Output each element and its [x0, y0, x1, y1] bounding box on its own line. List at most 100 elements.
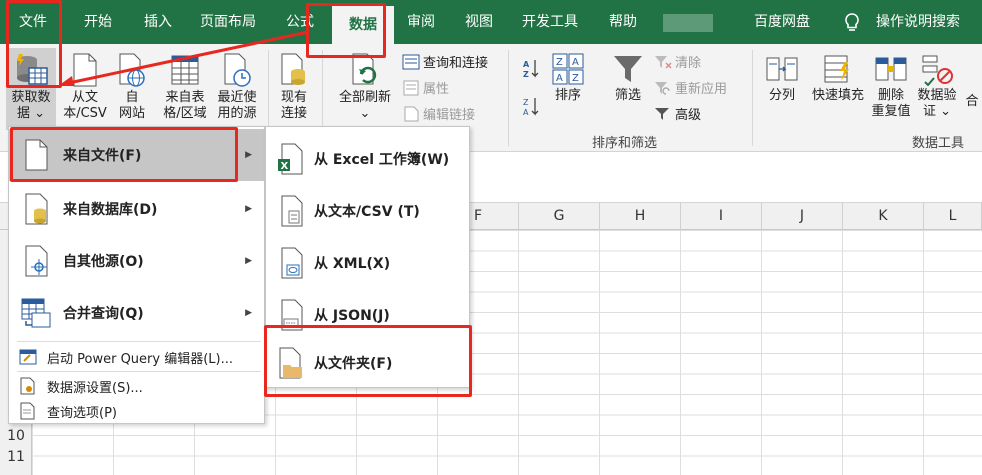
recent-sources-label: 最近使	[217, 90, 257, 105]
remove-duplicates-label: 删除	[877, 88, 904, 103]
sort-za-button[interactable]: ZA	[522, 96, 540, 118]
text-file-icon	[281, 195, 303, 227]
menu-item-from-database[interactable]: 来自数据库(D) ▶	[9, 183, 264, 235]
menu-separator	[17, 341, 261, 342]
recent-sources-button[interactable]: 最近使 用的源	[212, 52, 262, 122]
data-tools-group-label: 数据工具	[912, 136, 965, 151]
text-to-columns-icon	[766, 57, 798, 81]
from-table-range-button[interactable]: 来自表 格/区域	[160, 52, 210, 122]
menu-item-from-json[interactable]: 从 JSON(J)	[266, 289, 469, 341]
consolidate-button[interactable]: 合	[962, 94, 982, 110]
data-validation-label-2: 证 ⌄	[922, 104, 952, 119]
refresh-all-label: 全部刷新	[338, 90, 391, 105]
svg-text:A: A	[572, 57, 579, 68]
tab-insert[interactable]: 插入	[130, 0, 186, 44]
tab-data[interactable]: 数据	[332, 6, 394, 44]
menu-item-from-xml[interactable]: 从 XML(X)	[266, 237, 469, 289]
menu-item-from-other-sources[interactable]: 自其他源(O) ▶	[9, 235, 264, 287]
column-header-h[interactable]: H	[600, 203, 681, 230]
edit-links-button[interactable]: 编辑链接	[402, 104, 475, 123]
data-validation-label: 数据验	[917, 88, 957, 103]
refresh-all-chevron: ⌄	[359, 106, 371, 121]
row-header-10[interactable]: 10	[0, 426, 32, 446]
tab-page-layout[interactable]: 页面布局	[192, 0, 264, 44]
from-text-csv-button[interactable]: 从文 本/CSV	[60, 52, 110, 122]
combine-queries-icon	[21, 298, 51, 328]
tab-formulas[interactable]: 公式	[276, 0, 324, 44]
flash-fill-label: 快速填充	[811, 88, 864, 103]
table-icon	[171, 55, 199, 85]
properties-icon	[403, 80, 419, 95]
column-header-g[interactable]: G	[519, 203, 600, 230]
tab-baidu-netdisk[interactable]: 百度网盘	[742, 0, 822, 44]
menu-item-combine-queries[interactable]: 合并查询(Q) ▶	[9, 287, 264, 339]
menu-item-from-json-label: 从 JSON(J)	[314, 308, 390, 324]
existing-connections-button[interactable]: 现有 连接	[272, 52, 316, 122]
ribbon-tab-bar: 文件 开始 插入 页面布局 公式 数据 审阅 视图 开发工具 帮助 百度网盘 操…	[0, 0, 982, 44]
data-validation-button[interactable]: 数据验 证 ⌄	[914, 52, 960, 120]
queries-connections-button[interactable]: 查询和连接	[402, 52, 488, 71]
menu-item-from-excel-label: 从 Excel 工作簿(W)	[314, 152, 450, 168]
menu-item-query-options[interactable]: 查询选项(P)	[9, 397, 264, 425]
column-header-l[interactable]: L	[924, 203, 982, 230]
filter-button[interactable]: 筛选	[606, 52, 650, 104]
sort-descending-icon: ZA	[523, 98, 539, 117]
advanced-label: 高级	[675, 108, 702, 123]
get-data-dropdown-menu: 来自文件(F) ▶ 来自数据库(D) ▶ 自其他源(O) ▶ 合并查询(Q) ▶…	[8, 126, 265, 424]
from-web-label: 自	[125, 90, 139, 105]
tell-me-search[interactable]: 操作说明搜索	[868, 0, 968, 44]
text-to-columns-button[interactable]: 分列	[762, 52, 802, 104]
sort-az-button[interactable]: AZ	[522, 58, 540, 80]
ribbon-separator	[508, 50, 509, 146]
menu-item-from-folder[interactable]: 从文件夹(F)	[266, 337, 469, 389]
advanced-filter-button[interactable]: 高级	[654, 104, 701, 123]
edit-links-label: 编辑链接	[423, 108, 476, 123]
recent-sources-label-2: 用的源	[217, 106, 257, 121]
refresh-all-button[interactable]: 全部刷新 ⌄	[332, 52, 398, 122]
consolidate-label: 合	[965, 94, 979, 109]
from-table-label: 来自表	[165, 90, 205, 105]
remove-duplicates-label-2: 重复值	[871, 104, 911, 119]
tab-developer[interactable]: 开发工具	[512, 0, 588, 44]
edit-links-icon	[404, 106, 419, 121]
menu-item-launch-power-query[interactable]: 启动 Power Query 编辑器(L)...	[9, 343, 264, 371]
database-icon	[25, 193, 48, 225]
menu-item-data-source-settings[interactable]: 数据源设置(S)...	[9, 372, 264, 400]
remove-duplicates-icon	[875, 57, 907, 81]
flash-fill-button[interactable]: 快速填充	[806, 52, 870, 104]
file-icon	[25, 139, 48, 171]
sort-button[interactable]: Z A A Z 排序	[548, 52, 588, 104]
tab-help[interactable]: 帮助	[598, 0, 648, 44]
queries-connections-label: 查询和连接	[423, 56, 489, 71]
from-web-button[interactable]: 自 网站	[112, 52, 152, 122]
get-data-button[interactable]: 获取数 据 ⌄	[6, 48, 56, 130]
remove-duplicates-button[interactable]: 删除 重复值	[870, 52, 912, 120]
data-source-settings-icon	[20, 377, 35, 395]
reapply-button[interactable]: 重新应用	[654, 78, 727, 97]
row-header-11[interactable]: 11	[0, 447, 32, 467]
xml-file-icon	[281, 247, 303, 279]
svg-text:A: A	[523, 108, 529, 117]
menu-item-from-other-label: 自其他源(O)	[63, 254, 144, 270]
reapply-label: 重新应用	[675, 82, 728, 97]
clear-filter-button[interactable]: 清除	[654, 52, 701, 71]
submenu-arrow-icon: ▶	[245, 204, 252, 214]
menu-item-from-text-csv[interactable]: 从文本/CSV (T)	[266, 185, 469, 237]
column-header-j[interactable]: J	[762, 203, 843, 230]
column-header-i[interactable]: I	[681, 203, 762, 230]
reapply-icon	[655, 81, 670, 95]
tab-view[interactable]: 视图	[452, 0, 506, 44]
lightbulb-icon	[845, 13, 859, 31]
svg-text:A: A	[556, 73, 563, 84]
from-text-label-2: 本/CSV	[63, 106, 107, 121]
menu-item-from-excel-workbook[interactable]: X 从 Excel 工作簿(W)	[266, 133, 469, 185]
menu-item-from-file[interactable]: 来自文件(F) ▶	[9, 129, 264, 181]
from-file-submenu: X 从 Excel 工作簿(W) 从文本/CSV (T) 从 XML(X) 从 …	[265, 126, 470, 388]
ribbon-separator	[752, 50, 753, 146]
tab-file[interactable]: 文件	[8, 0, 58, 44]
tab-home[interactable]: 开始	[70, 0, 126, 44]
other-sources-icon	[25, 245, 48, 277]
column-header-k[interactable]: K	[843, 203, 924, 230]
properties-button[interactable]: 属性	[402, 78, 449, 97]
tab-review[interactable]: 审阅	[396, 0, 446, 44]
